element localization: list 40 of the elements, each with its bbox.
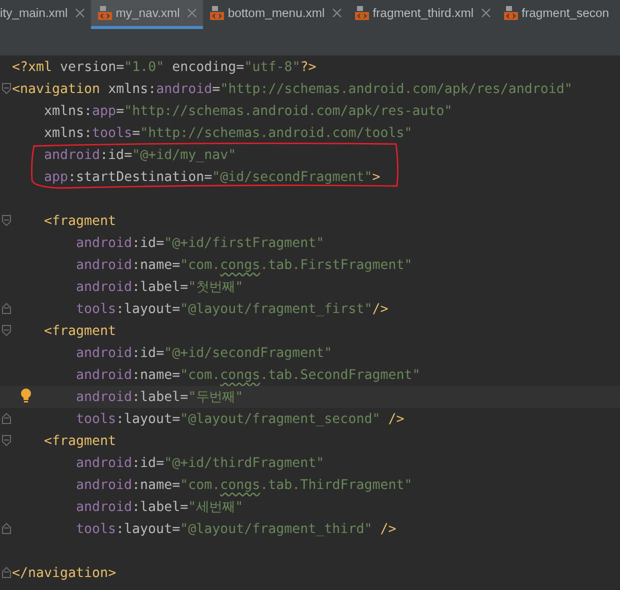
fold-marker-icon[interactable] [2,83,11,94]
fold-marker-icon[interactable] [2,215,11,226]
code-line: tools:layout="@layout/fragment_second" /> [76,412,404,426]
fold-marker-icon[interactable] [2,523,11,534]
file-tab[interactable]: ity_main.xml [0,0,91,29]
code-line: xmlns:app="http://schemas.android.com/apk/res-auto" [44,104,452,118]
close-icon[interactable] [186,8,197,18]
file-tab[interactable]: my_nav.xml [90,0,203,29]
close-icon[interactable] [480,8,491,18]
code-line: app:startDestination="@id/secondFragment"> [44,170,380,184]
fold-marker-icon[interactable] [2,435,11,446]
code-line: <fragment [44,434,116,448]
code-line: android:label="세번째" [76,499,244,516]
file-tab[interactable]: bottom_menu.xml [202,0,348,29]
code-line: android:name="com.congs.tab.FirstFragment" [76,258,412,272]
fold-marker-icon[interactable] [2,303,11,314]
fold-marker-icon[interactable] [2,567,11,578]
file-tab[interactable]: fragment_third.xml [348,0,497,29]
code-line: android:name="com.congs.tab.ThirdFragment" [76,478,412,492]
lightbulb-icon[interactable] [20,388,32,403]
code-line: xmlns:tools="http://schemas.android.com/tools" [44,126,412,140]
code-line: </navigation> [12,566,116,580]
code-line: tools:layout="@layout/fragment_first"/> [76,302,388,316]
code-line: android:id="@+id/my_nav" [44,148,236,162]
fold-marker-icon[interactable] [2,325,11,336]
code-line: tools:layout="@layout/fragment_third" /> [76,522,396,536]
code-line: android:id="@+id/secondFragment" [76,346,332,360]
code-line: <navigation xmlns:android="http://schemas.android.com/apk/res/android" [12,82,572,96]
code-line: <fragment [44,324,116,338]
code-line: android:name="com.congs.tab.SecondFragment" [76,368,420,382]
code-line: android:id="@+id/firstFragment" [76,236,324,250]
code-line: android:label="두번째" [76,389,244,406]
fold-marker-icon[interactable] [2,413,11,424]
close-icon[interactable] [74,8,85,18]
file-tab[interactable]: fragment_secon [496,0,610,29]
code-line: <fragment [44,214,116,228]
code-line: android:id="@+id/thirdFragment" [76,456,324,470]
code-line: <?xml version="1.0" encoding="utf-8"?> [12,60,316,74]
code-line: android:label="첫번째" [76,279,244,296]
close-icon[interactable] [332,8,342,18]
